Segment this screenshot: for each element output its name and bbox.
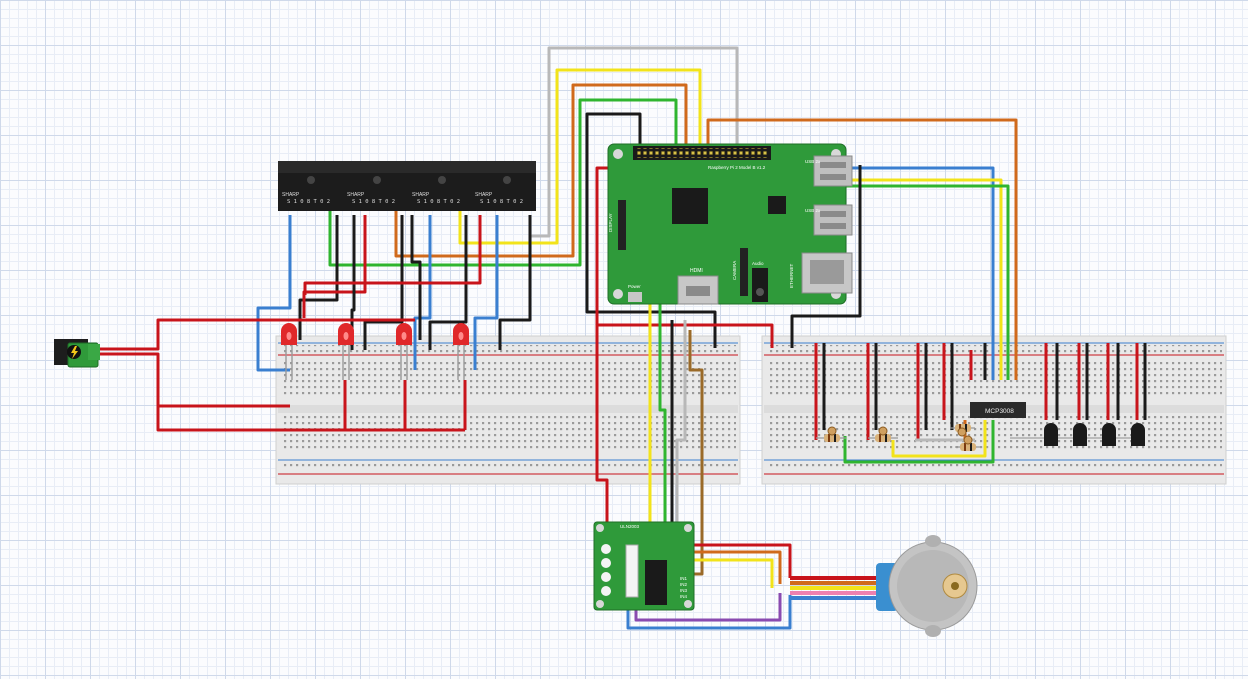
mcp3008-chip: MCP3008: [970, 402, 1026, 418]
svg-text:S 1 0 8 T 0 2: S 1 0 8 T 0 2: [352, 199, 395, 205]
power-jack: [54, 339, 100, 368]
svg-text:IN3: IN3: [680, 588, 688, 593]
svg-text:MCP3008: MCP3008: [985, 408, 1014, 415]
sharp-sensor-array: SHARP S 1 0 8 T 0 2 SHARP S 1 0 8 T 0 2 …: [278, 161, 536, 211]
svg-text:Power: Power: [628, 284, 641, 289]
raspberry-pi: Raspberry Pi 2 Model B v1.2 DISPLAY CAME…: [607, 143, 853, 305]
svg-text:IN4: IN4: [680, 594, 688, 599]
soc-chip: [672, 188, 708, 224]
svg-text:ULN2003: ULN2003: [620, 524, 640, 529]
stepper-motor-icon: [876, 535, 978, 637]
svg-text:S 1 0 8 T 0 2: S 1 0 8 T 0 2: [287, 199, 330, 205]
svg-text:DISPLAY: DISPLAY: [608, 213, 613, 232]
svg-text:SHARP: SHARP: [347, 192, 365, 198]
svg-text:SHARP: SHARP: [475, 192, 493, 198]
svg-text:CAMERA: CAMERA: [732, 261, 737, 280]
display-connector: [618, 200, 626, 250]
ldr: [827, 426, 837, 436]
svg-text:HDMI: HDMI: [690, 268, 703, 274]
ldr: [963, 435, 973, 445]
circuit-diagram: SHARP S 1 0 8 T 0 2 SHARP S 1 0 8 T 0 2 …: [54, 46, 1227, 637]
uln2003-driver-board: ULN2003 IN1 IN2 IN3 IN4: [593, 521, 695, 611]
svg-text:ETHERNET: ETHERNET: [789, 263, 794, 288]
svg-text:S 1 0 8 T 0 2: S 1 0 8 T 0 2: [417, 199, 460, 205]
svg-text:USB 2x: USB 2x: [805, 208, 821, 213]
uln2003-chip: [645, 560, 667, 605]
svg-text:Audio: Audio: [752, 261, 764, 266]
ldr: [957, 427, 967, 437]
svg-text:Raspberry Pi 2 Model B v1.2: Raspberry Pi 2 Model B v1.2: [708, 165, 766, 170]
svg-text:SHARP: SHARP: [282, 192, 300, 198]
audio-jack: [752, 268, 768, 302]
svg-text:S 1 0 8 T 0 2: S 1 0 8 T 0 2: [480, 199, 523, 205]
svg-text:SHARP: SHARP: [412, 192, 430, 198]
svg-text:IN1: IN1: [680, 576, 688, 581]
svg-text:USB 2x: USB 2x: [805, 159, 821, 164]
svg-text:IN2: IN2: [680, 582, 688, 587]
micro-usb-power: [628, 292, 642, 302]
ldr: [878, 426, 888, 436]
